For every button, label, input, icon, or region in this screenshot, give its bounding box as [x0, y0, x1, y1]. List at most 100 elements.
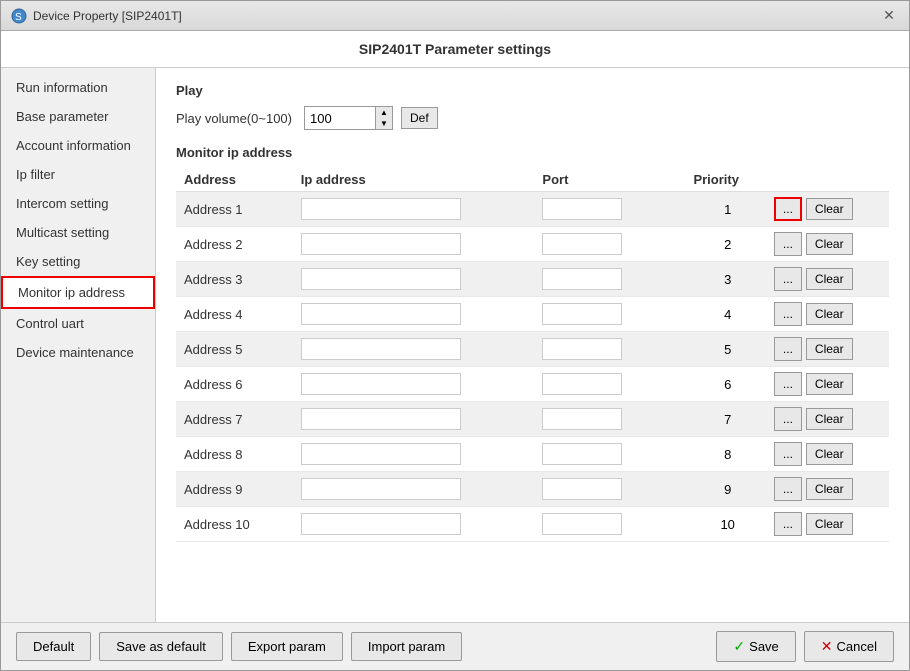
sidebar-item-account-information[interactable]: Account information [1, 131, 155, 160]
ip-address-cell-9[interactable] [293, 472, 535, 507]
dots-button-5[interactable]: ... [774, 337, 802, 361]
priority-cell-4: 4 [685, 297, 769, 332]
spinbox-down[interactable]: ▼ [376, 118, 392, 129]
port-input-9[interactable] [542, 478, 622, 500]
spinbox-up[interactable]: ▲ [376, 107, 392, 118]
port-input-2[interactable] [542, 233, 622, 255]
dots-button-8[interactable]: ... [774, 442, 802, 466]
dots-button-6[interactable]: ... [774, 372, 802, 396]
port-cell-8[interactable] [534, 437, 685, 472]
priority-cell-9: 9 [685, 472, 769, 507]
port-input-8[interactable] [542, 443, 622, 465]
clear-button-4[interactable]: Clear [806, 303, 853, 325]
def-button[interactable]: Def [401, 107, 438, 129]
ip-address-cell-3[interactable] [293, 262, 535, 297]
ip-address-cell-6[interactable] [293, 367, 535, 402]
ip-address-input-3[interactable] [301, 268, 461, 290]
actions-cell-9: ... Clear [770, 472, 889, 506]
ip-address-input-5[interactable] [301, 338, 461, 360]
port-cell-2[interactable] [534, 227, 685, 262]
ip-address-cell-5[interactable] [293, 332, 535, 367]
clear-button-5[interactable]: Clear [806, 338, 853, 360]
port-cell-4[interactable] [534, 297, 685, 332]
ip-address-cell-10[interactable] [293, 507, 535, 542]
sidebar-item-key-setting[interactable]: Key setting [1, 247, 155, 276]
table-row: Address 7 7 ... Clear [176, 402, 889, 437]
play-volume-input[interactable] [305, 108, 375, 129]
ip-address-input-4[interactable] [301, 303, 461, 325]
close-button[interactable]: ✕ [879, 6, 899, 26]
sidebar-item-monitor-ip-address[interactable]: Monitor ip address [1, 276, 155, 309]
sidebar-item-multicast-setting[interactable]: Multicast setting [1, 218, 155, 247]
sidebar-item-intercom-setting[interactable]: Intercom setting [1, 189, 155, 218]
ip-address-input-10[interactable] [301, 513, 461, 535]
ip-address-input-7[interactable] [301, 408, 461, 430]
port-cell-1[interactable] [534, 192, 685, 227]
dots-button-9[interactable]: ... [774, 477, 802, 501]
save-check-icon: ✓ [733, 638, 745, 655]
port-input-10[interactable] [542, 513, 622, 535]
table-row: Address 3 3 ... Clear [176, 262, 889, 297]
dots-button-2[interactable]: ... [774, 232, 802, 256]
priority-cell-2: 2 [685, 227, 769, 262]
sidebar-item-control-uart[interactable]: Control uart [1, 309, 155, 338]
priority-cell-5: 5 [685, 332, 769, 367]
table-row: Address 1 1 ... Clear [176, 192, 889, 227]
content-area: Run information Base parameter Account i… [1, 68, 909, 622]
ip-address-cell-8[interactable] [293, 437, 535, 472]
clear-button-6[interactable]: Clear [806, 373, 853, 395]
save-as-default-button[interactable]: Save as default [99, 632, 223, 661]
play-volume-spinbox[interactable]: ▲ ▼ [304, 106, 393, 130]
dots-button-7[interactable]: ... [774, 407, 802, 431]
sidebar-item-device-maintenance[interactable]: Device maintenance [1, 338, 155, 367]
clear-button-1[interactable]: Clear [806, 198, 853, 220]
actions-cell-2: ... Clear [770, 227, 889, 261]
clear-button-7[interactable]: Clear [806, 408, 853, 430]
monitor-table: Address Ip address Port Priority Address… [176, 168, 889, 542]
port-cell-3[interactable] [534, 262, 685, 297]
ip-address-input-8[interactable] [301, 443, 461, 465]
port-input-7[interactable] [542, 408, 622, 430]
address-label-2: Address 2 [176, 227, 293, 262]
ip-address-cell-4[interactable] [293, 297, 535, 332]
default-button[interactable]: Default [16, 632, 91, 661]
ip-address-cell-7[interactable] [293, 402, 535, 437]
port-input-4[interactable] [542, 303, 622, 325]
import-param-button[interactable]: Import param [351, 632, 462, 661]
ip-address-cell-2[interactable] [293, 227, 535, 262]
port-input-1[interactable] [542, 198, 622, 220]
clear-button-9[interactable]: Clear [806, 478, 853, 500]
save-label: Save [749, 639, 779, 654]
spinbox-arrows: ▲ ▼ [375, 107, 392, 129]
dots-button-3[interactable]: ... [774, 267, 802, 291]
port-cell-10[interactable] [534, 507, 685, 542]
port-input-3[interactable] [542, 268, 622, 290]
dots-button-10[interactable]: ... [774, 512, 802, 536]
ip-address-input-9[interactable] [301, 478, 461, 500]
port-cell-9[interactable] [534, 472, 685, 507]
port-cell-5[interactable] [534, 332, 685, 367]
sidebar-item-base-parameter[interactable]: Base parameter [1, 102, 155, 131]
ip-address-cell-1[interactable] [293, 192, 535, 227]
sidebar-item-ip-filter[interactable]: Ip filter [1, 160, 155, 189]
clear-button-2[interactable]: Clear [806, 233, 853, 255]
ip-address-input-6[interactable] [301, 373, 461, 395]
port-cell-6[interactable] [534, 367, 685, 402]
table-row: Address 6 6 ... Clear [176, 367, 889, 402]
clear-button-3[interactable]: Clear [806, 268, 853, 290]
port-cell-7[interactable] [534, 402, 685, 437]
ip-address-input-1[interactable] [301, 198, 461, 220]
dots-button-4[interactable]: ... [774, 302, 802, 326]
address-label-4: Address 4 [176, 297, 293, 332]
clear-button-10[interactable]: Clear [806, 513, 853, 535]
port-input-6[interactable] [542, 373, 622, 395]
save-button[interactable]: ✓ Save [716, 631, 795, 662]
export-param-button[interactable]: Export param [231, 632, 343, 661]
priority-cell-8: 8 [685, 437, 769, 472]
cancel-button[interactable]: ✕ Cancel [804, 631, 894, 662]
port-input-5[interactable] [542, 338, 622, 360]
dots-button-1[interactable]: ... [774, 197, 802, 221]
ip-address-input-2[interactable] [301, 233, 461, 255]
clear-button-8[interactable]: Clear [806, 443, 853, 465]
sidebar-item-run-information[interactable]: Run information [1, 73, 155, 102]
